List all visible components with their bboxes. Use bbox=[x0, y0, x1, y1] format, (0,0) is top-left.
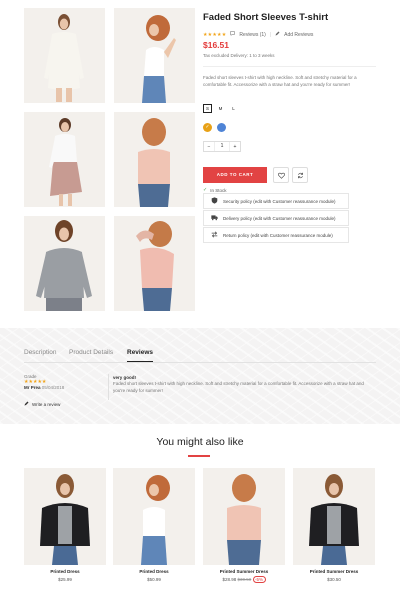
review-author: Mr Prea 05/04/2018 bbox=[24, 385, 64, 390]
review-date: 05/04/2018 bbox=[41, 385, 65, 390]
related-products-title: You might also like bbox=[156, 436, 244, 448]
active-tab-indicator bbox=[127, 361, 153, 362]
wishlist-button[interactable] bbox=[273, 167, 289, 183]
arrows-icon bbox=[211, 231, 218, 239]
related-product-name[interactable]: Printed Dress bbox=[113, 569, 195, 574]
color-selector: ✓ bbox=[203, 123, 226, 132]
related-product-price: $50.99 bbox=[147, 577, 161, 582]
tab-description[interactable]: Description bbox=[24, 349, 57, 356]
related-product-card-1[interactable]: Printed Dress $25.99 bbox=[24, 468, 106, 582]
product-description: Faded short sleeves t-shirt with high ne… bbox=[203, 75, 357, 87]
reviews-link[interactable]: Reviews (1) bbox=[239, 32, 265, 38]
related-product-name[interactable]: Printed Summer Dress bbox=[203, 569, 285, 574]
related-product-price-row: $28.98 $30.50 -5% bbox=[203, 576, 285, 583]
product-image-1[interactable] bbox=[24, 8, 105, 103]
color-swatch-orange[interactable]: ✓ bbox=[203, 123, 212, 132]
review-divider bbox=[108, 374, 109, 400]
tabs-divider bbox=[24, 362, 376, 363]
tax-note: Tax excluded Delivery: 1 to 3 weeks bbox=[203, 53, 275, 58]
check-icon: ✓ bbox=[205, 124, 210, 130]
truck-icon bbox=[211, 214, 218, 222]
related-product-image[interactable] bbox=[113, 468, 195, 565]
heart-icon bbox=[277, 166, 285, 184]
add-to-cart-button[interactable]: ADD TO CART bbox=[203, 167, 267, 183]
related-product-image[interactable] bbox=[293, 468, 375, 565]
product-price: $16.51 bbox=[203, 40, 229, 50]
comment-icon bbox=[230, 31, 236, 38]
product-image-3[interactable] bbox=[24, 112, 105, 207]
info-divider bbox=[203, 66, 376, 67]
return-policy-label: Return policy (edit with Customer reassu… bbox=[223, 232, 333, 238]
quantity-stepper: − 1 + bbox=[203, 141, 241, 152]
related-product-card-4[interactable]: Printed Summer Dress $30.50 bbox=[293, 468, 375, 582]
quantity-decrease-button[interactable]: − bbox=[204, 144, 214, 150]
delivery-policy-label: Delivery policy (edit with Customer reas… bbox=[223, 215, 336, 221]
size-option-l[interactable]: L bbox=[229, 104, 238, 113]
security-policy: Security policy (edit with Customer reas… bbox=[203, 193, 349, 209]
related-product-price: $30.50 bbox=[327, 577, 341, 582]
related-product-card-2[interactable]: Printed Dress $50.99 bbox=[113, 468, 195, 582]
rating-separator: | bbox=[269, 31, 272, 38]
related-title-underline bbox=[188, 455, 210, 457]
delivery-policy: Delivery policy (edit with Customer reas… bbox=[203, 210, 349, 226]
add-review-link[interactable]: Add Reviews bbox=[284, 32, 313, 38]
related-product-name[interactable]: Printed Dress bbox=[24, 569, 106, 574]
review-title: very good! bbox=[113, 375, 137, 380]
quantity-increase-button[interactable]: + bbox=[230, 144, 240, 150]
size-option-m[interactable]: M bbox=[216, 104, 225, 113]
size-selector: S M L bbox=[203, 104, 238, 113]
compare-button[interactable] bbox=[292, 167, 308, 183]
related-product-card-3[interactable]: Printed Summer Dress $28.98 $30.50 -5% bbox=[203, 468, 285, 583]
pencil-icon bbox=[24, 401, 29, 407]
quantity-input[interactable]: 1 bbox=[214, 142, 230, 151]
compare-icon bbox=[297, 166, 304, 184]
product-tabs-section: Description Product Details Reviews Grad… bbox=[0, 328, 400, 424]
related-product-image[interactable] bbox=[24, 468, 106, 565]
stock-label: In Stock bbox=[210, 187, 227, 193]
related-product-price: $25.99 bbox=[58, 577, 72, 582]
related-product-name[interactable]: Printed Summer Dress bbox=[293, 569, 375, 574]
review-author-name: Mr Prea bbox=[24, 385, 41, 390]
tab-reviews[interactable]: Reviews bbox=[127, 349, 153, 356]
product-image-5[interactable] bbox=[24, 216, 105, 311]
review-text: Faded short sleeves t-shirt with high ne… bbox=[113, 381, 364, 393]
rating-stars: ★★★★★ bbox=[203, 31, 227, 38]
product-title: Faded Short Sleeves T-shirt bbox=[203, 12, 329, 23]
discount-badge: -5% bbox=[252, 576, 266, 583]
security-policy-label: Security policy (edit with Customer reas… bbox=[223, 198, 336, 204]
write-review-label: Write a review bbox=[32, 401, 61, 407]
tab-product-details[interactable]: Product Details bbox=[69, 349, 113, 356]
product-image-4[interactable] bbox=[114, 112, 195, 207]
write-review-link[interactable]: Write a review bbox=[24, 401, 60, 407]
size-option-s[interactable]: S bbox=[203, 104, 212, 113]
return-policy: Return policy (edit with Customer reassu… bbox=[203, 227, 349, 243]
related-product-old-price: $30.50 bbox=[237, 577, 252, 582]
shield-icon bbox=[211, 197, 218, 205]
related-product-price: $28.98 bbox=[222, 577, 237, 582]
product-image-6[interactable] bbox=[114, 216, 195, 311]
pencil-icon bbox=[275, 31, 280, 38]
color-swatch-blue[interactable] bbox=[217, 123, 226, 132]
related-product-image[interactable] bbox=[203, 468, 285, 565]
rating-row: ★★★★★ Reviews (1) | Add Reviews bbox=[203, 31, 313, 38]
product-image-2[interactable] bbox=[114, 8, 195, 103]
